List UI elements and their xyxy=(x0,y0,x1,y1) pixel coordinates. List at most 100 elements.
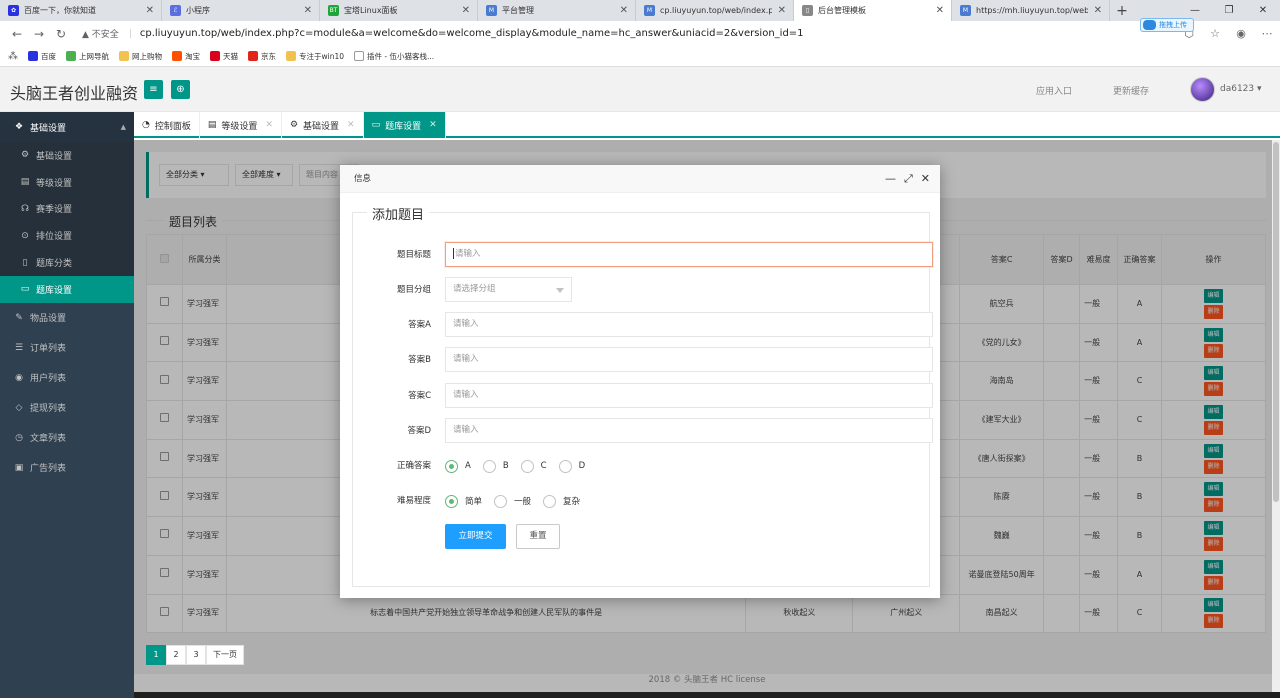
sidebar-item-5[interactable]: ▣ 广告列表 xyxy=(0,453,134,483)
answer-c-input[interactable]: 请输入 xyxy=(445,383,933,408)
close-tab-icon[interactable]: ✕ xyxy=(146,5,154,16)
answer-d-input[interactable]: 请输入 xyxy=(445,418,933,443)
group-select[interactable]: 请选择分组 xyxy=(445,277,572,302)
select-arrow-icon xyxy=(556,288,564,293)
sidebar-item-2[interactable]: ◉ 用户列表 xyxy=(0,363,134,393)
sidebar-item-label: 题库设置 xyxy=(36,285,73,296)
browser-tab-1[interactable]: ℰ 小程序 ✕ xyxy=(162,0,320,21)
sidebar-group-basic-settings[interactable]: ❖ 基础设置 ▲ xyxy=(0,112,134,142)
submit-button[interactable]: 立即提交 xyxy=(445,524,506,549)
new-tab-button[interactable]: + xyxy=(1110,0,1134,21)
back-icon[interactable]: ← xyxy=(6,27,28,41)
apps-icon[interactable]: ⁂ xyxy=(8,51,18,62)
browser-tab-strip: ✿ 百度一下，你就知道 ✕ ℰ 小程序 ✕ BT 宝塔Linux面板 ✕ M 平台管理 ✕ Mcp.li… xyxy=(0,0,1280,21)
browser-tab-3[interactable]: M 平台管理 ✕ xyxy=(478,0,636,21)
dialog-close-icon[interactable]: ✕ xyxy=(921,165,930,193)
radio-difficulty-normal[interactable]: 一般 xyxy=(494,494,531,508)
page-tab-3[interactable]: ▭ 题库设置 ✕ xyxy=(363,112,446,138)
user-menu[interactable]: da6123 ▾ xyxy=(1220,84,1262,94)
restore-icon[interactable]: ❐ xyxy=(1212,0,1246,21)
close-tab-icon[interactable]: ✕ xyxy=(462,5,470,16)
baidu-icon: ✿ xyxy=(8,5,19,16)
clock-icon: ◷ xyxy=(15,432,23,443)
close-tab-icon[interactable]: ✕ xyxy=(936,5,944,16)
sidebar-item-0[interactable]: ✎ 物品设置 xyxy=(0,303,134,333)
page-1[interactable]: 1 xyxy=(146,645,166,665)
url-field[interactable]: cp.liuyuyun.top/web/index.php?c=module&a… xyxy=(140,28,804,39)
dialog-minimize-icon[interactable]: — xyxy=(885,165,896,193)
title-input[interactable]: 请输入 xyxy=(445,242,933,267)
drag-upload-button[interactable]: 拖拽上传 xyxy=(1140,18,1194,32)
browser-tab-5[interactable]: ▯ 后台管理模板 ✕ xyxy=(794,0,952,21)
close-tab-icon[interactable]: ✕ xyxy=(620,5,628,16)
sidebar-subitem-2[interactable]: ☊ 赛季设置 xyxy=(0,195,134,223)
dialog-maximize-icon[interactable]: ⤢ xyxy=(904,165,913,193)
withdraw-icon: ◇ xyxy=(15,402,23,413)
home-button[interactable]: ⊕ xyxy=(171,80,190,99)
browser-tab-0[interactable]: ✿ 百度一下，你就知道 ✕ xyxy=(0,0,162,21)
close-window-icon[interactable]: ✕ xyxy=(1246,0,1280,21)
page-2[interactable]: 2 xyxy=(166,645,186,665)
refresh-cache-link[interactable]: 更新缓存 xyxy=(1113,84,1149,97)
profile-icon[interactable]: ◉ xyxy=(1228,27,1254,40)
bookmark-jd[interactable]: 京东 xyxy=(248,51,276,62)
level-icon: ▤ xyxy=(20,177,30,188)
menu-icon[interactable]: ⋯ xyxy=(1254,27,1280,40)
browser-tab-6[interactable]: Mhttps://mh.liuyuyun.top/web/inc ✕ xyxy=(952,0,1110,21)
page-icon: ▯ xyxy=(802,5,813,16)
correct-answer-group: A B C D xyxy=(445,453,597,479)
favorites-icon[interactable]: ☆ xyxy=(1202,27,1228,40)
close-tab-icon[interactable]: ✕ xyxy=(304,5,312,16)
browser-tab-4[interactable]: Mcp.liuyuyun.top/web/index.php? ✕ xyxy=(636,0,794,21)
sidebar-item-4[interactable]: ◷ 文章列表 xyxy=(0,423,134,453)
avatar[interactable] xyxy=(1190,77,1215,102)
menu-toggle-button[interactable]: ≡ xyxy=(144,80,163,99)
security-indicator[interactable]: ▲ 不安全 xyxy=(82,27,119,40)
sidebar-subitem-4[interactable]: ▯ 题库分类 xyxy=(0,249,134,276)
close-tab-icon[interactable]: ✕ xyxy=(1094,5,1102,16)
bookmark-win10[interactable]: 专注于win10 xyxy=(286,51,344,62)
m-icon: M xyxy=(486,5,497,16)
close-tab-icon[interactable]: ✕ xyxy=(778,5,786,16)
radio-difficulty-easy[interactable]: 简单 xyxy=(445,494,482,508)
page-tab-2[interactable]: ⚙ 基础设置 ✕ xyxy=(282,112,364,138)
sidebar-subitem-5[interactable]: ▭ 题库设置 xyxy=(0,275,134,303)
scrollbar[interactable] xyxy=(1272,140,1280,698)
page-tab-1[interactable]: ▤ 等级设置 ✕ xyxy=(200,112,282,138)
answer-b-input[interactable]: 请输入 xyxy=(445,347,933,372)
sidebar-item-label: 题库分类 xyxy=(36,259,73,270)
bookmark-shopping[interactable]: 网上购物 xyxy=(119,51,162,62)
radio-difficulty-hard[interactable]: 复杂 xyxy=(543,494,580,508)
radio-answer-b[interactable]: B xyxy=(482,459,509,473)
close-page-tab-icon[interactable]: ✕ xyxy=(429,120,437,130)
next-page[interactable]: 下一页 xyxy=(206,645,244,665)
answer-a-input[interactable]: 请输入 xyxy=(445,312,933,337)
reset-button[interactable]: 重置 xyxy=(516,524,560,549)
bookmark-tmall[interactable]: 天猫 xyxy=(210,51,238,62)
app-entry-link[interactable]: 应用入口 xyxy=(1036,84,1072,97)
browser-tab-title: cp.liuyuyun.top/web/index.php? xyxy=(660,6,772,15)
sidebar-subitem-1[interactable]: ▤ 等级设置 xyxy=(0,168,134,196)
sidebar-item-1[interactable]: ☰ 订单列表 xyxy=(0,333,134,363)
gear-icon: ⚙ xyxy=(289,120,299,130)
sidebar-subitem-0[interactable]: ⚙ 基础设置 xyxy=(0,142,134,169)
forward-icon[interactable]: → xyxy=(28,27,50,41)
bookmark-nav[interactable]: 上网导航 xyxy=(66,51,109,62)
browser-tab-title: 后台管理模板 xyxy=(818,6,866,15)
bookmark-baidu[interactable]: 百度 xyxy=(28,51,56,62)
radio-answer-d[interactable]: D xyxy=(558,459,585,473)
bookmark-taobao[interactable]: 淘宝 xyxy=(172,51,200,62)
page-3[interactable]: 3 xyxy=(186,645,206,665)
close-page-tab-icon[interactable]: ✕ xyxy=(265,120,273,130)
bookmark-plugin[interactable]: 插件 - 伍小猫客栈... xyxy=(354,51,434,62)
reload-icon[interactable]: ↻ xyxy=(50,27,72,41)
sidebar-item-3[interactable]: ◇ 提现列表 xyxy=(0,393,134,423)
radio-answer-c[interactable]: C xyxy=(520,459,547,473)
sidebar-subitem-3[interactable]: ⊙ 排位设置 xyxy=(0,222,134,250)
answer-d-label: 答案D xyxy=(407,426,431,436)
browser-tab-2[interactable]: BT 宝塔Linux面板 ✕ xyxy=(320,0,478,21)
hamburger-icon: ≡ xyxy=(149,84,158,95)
page-tab-0[interactable]: ◔ 控制面板 xyxy=(134,112,200,138)
close-page-tab-icon[interactable]: ✕ xyxy=(347,120,355,130)
radio-answer-a[interactable]: A xyxy=(445,459,471,473)
